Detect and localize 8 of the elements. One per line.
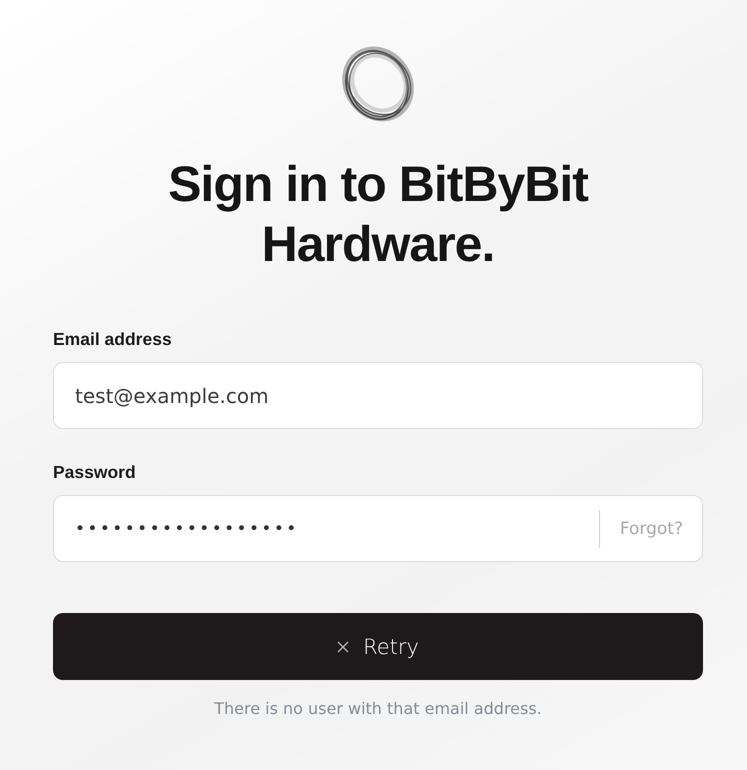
field-label: Email address [53,329,172,349]
password-field[interactable]: •••••••••••••••••• Forgot? [53,495,703,562]
retry-button[interactable]: Retry [53,613,703,680]
error-message: There is no user with that email address. [214,699,542,718]
page-title: Sign in to BitByBit Hardware. [167,155,590,274]
email-field[interactable]: test@example.com [53,362,703,429]
field-label: Password [53,462,136,482]
x-icon [337,640,350,652]
